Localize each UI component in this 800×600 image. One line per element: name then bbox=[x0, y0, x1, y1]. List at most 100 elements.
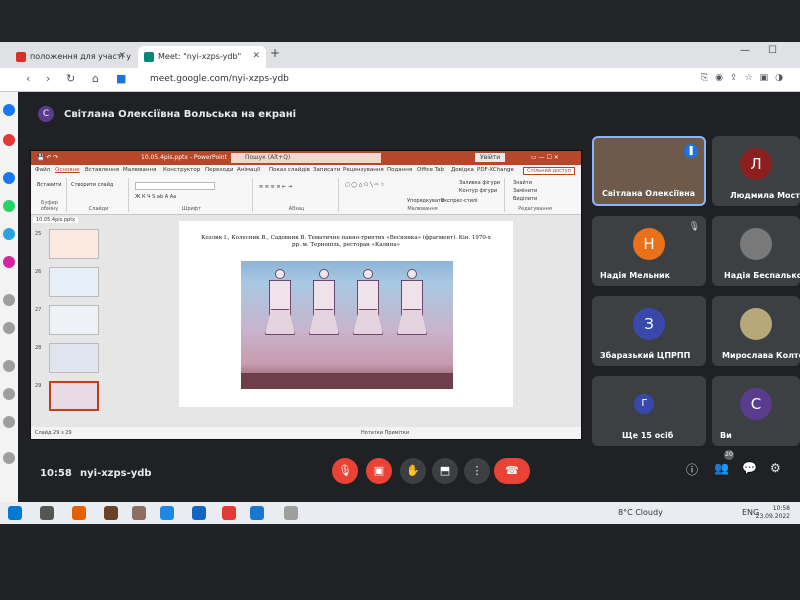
outline-button[interactable]: Контур фігури bbox=[459, 188, 497, 194]
font-format-buttons[interactable]: Ж К Ч S ab A Aa bbox=[135, 194, 176, 200]
presenter-banner: С Світлана Олексіївна Вольська на екрані bbox=[38, 106, 296, 122]
participant-tile[interactable]: Надія Беспалько bbox=[712, 216, 800, 286]
tab-transitions[interactable]: Переходи bbox=[205, 167, 233, 173]
forward-icon[interactable]: › bbox=[46, 72, 50, 85]
tab-slideshow[interactable]: Показ слайдів bbox=[269, 167, 310, 173]
info-icon[interactable]: ⓘ bbox=[686, 461, 698, 478]
tab-review[interactable]: Рецензування bbox=[343, 167, 384, 173]
participant-tile[interactable]: Мирослава Колтон bbox=[712, 296, 800, 366]
tab-view[interactable]: Подання bbox=[387, 167, 412, 173]
telegram-icon[interactable] bbox=[3, 228, 15, 240]
bulb-icon[interactable] bbox=[3, 452, 15, 464]
search-input[interactable]: Пошук (Alt+Q) bbox=[231, 153, 381, 163]
tab-draw[interactable]: Малювання bbox=[123, 167, 156, 173]
app-icon[interactable] bbox=[132, 506, 146, 520]
replace-button[interactable]: Замінити bbox=[513, 188, 537, 194]
tab-design[interactable]: Конструктор bbox=[163, 167, 200, 173]
heart-icon[interactable] bbox=[3, 360, 15, 372]
window-controls[interactable]: ▭ — ☐ ✕ bbox=[531, 154, 559, 161]
camera-off-button[interactable]: ▣ bbox=[366, 458, 392, 484]
arrange-button[interactable]: Упорядкувати bbox=[407, 198, 444, 204]
activities-icon[interactable]: ⚙ bbox=[770, 461, 781, 475]
toolbar-icons[interactable]: ⎘◉⇪☆▣◑ bbox=[701, 73, 790, 83]
present-button[interactable]: ⬒ bbox=[432, 458, 458, 484]
shared-screen[interactable]: 💾 ↶ ↷ 10.05.4pis.pptx - PowerPoint Пошук… bbox=[30, 150, 582, 440]
slide-thumbnail[interactable] bbox=[49, 343, 99, 373]
url-field[interactable]: meet.google.com/nyi-xzps-ydb bbox=[150, 74, 289, 84]
app-icon[interactable] bbox=[284, 506, 298, 520]
play-icon[interactable] bbox=[3, 322, 15, 334]
tab-gmail[interactable]: положення для участі у ... ✕ bbox=[10, 46, 132, 68]
windows-start-icon[interactable] bbox=[8, 506, 22, 520]
participant-tile[interactable]: ❚ Світлана Олексіївна bbox=[592, 136, 706, 206]
tab-home[interactable]: Основне bbox=[55, 167, 80, 173]
signin-button[interactable]: Увійти bbox=[475, 153, 506, 162]
more-participants-tile[interactable]: Г Ще 15 осіб bbox=[592, 376, 706, 446]
font-select[interactable] bbox=[135, 182, 215, 190]
clock[interactable]: 10:58 23.09.2022 bbox=[756, 505, 790, 521]
whatsapp-icon[interactable] bbox=[3, 200, 15, 212]
tab-animations[interactable]: Анімації bbox=[237, 167, 260, 173]
document-tab[interactable]: 10.05.4pis.pptx bbox=[33, 217, 79, 223]
fill-button[interactable]: Заливка фігури bbox=[459, 180, 500, 186]
participant-tile[interactable]: З Збаразький ЦПРПП bbox=[592, 296, 706, 366]
chat-icon[interactable]: 💬 bbox=[742, 461, 757, 475]
tab-help[interactable]: Довідка bbox=[451, 167, 474, 173]
slide-thumbnail[interactable] bbox=[49, 305, 99, 335]
edge-icon[interactable] bbox=[192, 506, 206, 520]
sidebar-item-icon[interactable] bbox=[3, 294, 15, 306]
messenger-icon[interactable] bbox=[3, 104, 15, 116]
facebook-icon[interactable] bbox=[3, 172, 15, 184]
minimize-icon[interactable]: — bbox=[740, 45, 750, 56]
app-icon[interactable] bbox=[104, 506, 118, 520]
clock-icon[interactable] bbox=[3, 388, 15, 400]
app-icon[interactable] bbox=[3, 134, 15, 146]
opera-icon[interactable] bbox=[222, 506, 236, 520]
slide-thumbnail[interactable] bbox=[49, 267, 99, 297]
participant-tile[interactable]: Л Людмила Мостова bbox=[712, 136, 800, 206]
tab-meet[interactable]: Meet: "nyi-xzps-ydb" ✕ bbox=[138, 46, 266, 68]
new-slide-button[interactable]: Створити слайд bbox=[71, 182, 113, 188]
media-player-icon[interactable] bbox=[250, 506, 264, 520]
avatar-photo bbox=[740, 308, 772, 340]
settings-icon[interactable] bbox=[3, 416, 15, 428]
home-icon[interactable]: ⌂ bbox=[92, 72, 99, 85]
close-tab-icon[interactable]: ✕ bbox=[252, 51, 260, 61]
notes-button[interactable]: Нотатки Примітки bbox=[361, 430, 409, 436]
instagram-icon[interactable] bbox=[3, 256, 15, 268]
word-icon[interactable] bbox=[160, 506, 174, 520]
task-view-icon[interactable] bbox=[40, 506, 54, 520]
close-tab-icon[interactable]: ✕ bbox=[118, 51, 126, 61]
find-button[interactable]: Знайти bbox=[513, 180, 532, 186]
mic-off-button[interactable]: 🎙 bbox=[332, 458, 358, 484]
tab-pdfxchange[interactable]: PDF-XChange bbox=[477, 167, 514, 173]
firefox-icon[interactable] bbox=[72, 506, 86, 520]
reload-icon[interactable]: ↻ bbox=[66, 72, 75, 85]
back-icon[interactable]: ‹ bbox=[26, 72, 30, 85]
save-icon[interactable]: 💾 ↶ ↷ bbox=[37, 154, 58, 161]
end-call-button[interactable]: ☎ bbox=[494, 458, 530, 484]
slide-canvas[interactable]: Козлик І., Колесник В., Садовник В. Тема… bbox=[179, 221, 513, 407]
camera-icon[interactable]: ■ bbox=[116, 72, 126, 85]
people-icon[interactable]: 👥 bbox=[714, 461, 729, 475]
slide-thumbnail[interactable] bbox=[49, 229, 99, 259]
new-tab-button[interactable]: + bbox=[270, 46, 280, 60]
share-button[interactable]: Спільний доступ bbox=[522, 167, 575, 175]
quick-styles-button[interactable]: Експрес-стилі bbox=[441, 198, 478, 204]
paste-button[interactable]: Вставити bbox=[37, 182, 62, 188]
paragraph-buttons[interactable]: ≡ ≡ ≡ ≡ ⇤ ⇥ bbox=[259, 184, 292, 190]
tab-insert[interactable]: Вставлення bbox=[85, 167, 119, 173]
participant-tile[interactable]: Н 🎙 Надія Мельник bbox=[592, 216, 706, 286]
select-button[interactable]: Виділити bbox=[513, 196, 537, 202]
raise-hand-button[interactable]: ✋ bbox=[400, 458, 426, 484]
maximize-icon[interactable]: ☐ bbox=[768, 45, 777, 56]
tab-officetab[interactable]: Office Tab bbox=[417, 167, 444, 173]
self-tile[interactable]: С Ви bbox=[712, 376, 800, 446]
slide-thumbnail-selected[interactable] bbox=[49, 381, 99, 411]
shapes-gallery[interactable]: ▢ ◯ △ ⬠ ╲ ⇨ ☆ bbox=[345, 182, 385, 188]
weather-widget[interactable]: 8°C Cloudy bbox=[618, 508, 663, 517]
more-options-button[interactable]: ⋮ bbox=[464, 458, 490, 484]
tab-file[interactable]: Файл bbox=[35, 167, 50, 173]
tab-record[interactable]: Записати bbox=[313, 167, 340, 173]
slide-counter: Слайд 29 з 29 bbox=[35, 430, 72, 436]
